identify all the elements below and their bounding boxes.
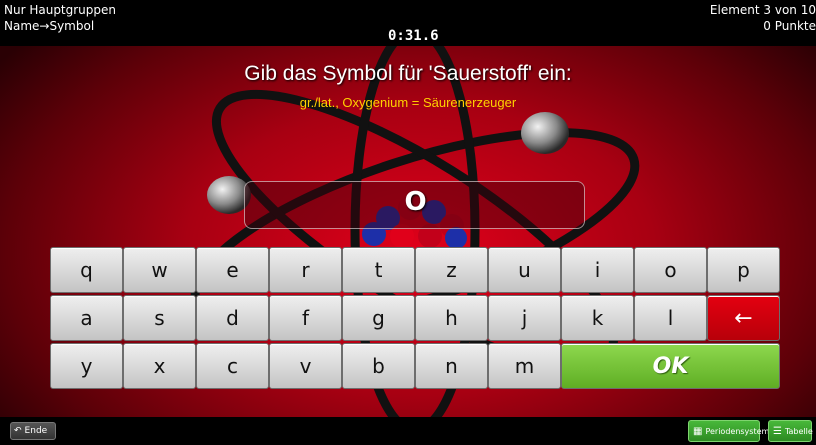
periodic-table-button[interactable]: ▦ Periodensystem <box>688 420 769 442</box>
progress-label: Element 3 von 10 <box>709 3 816 17</box>
end-button-label: Ende <box>24 426 48 436</box>
key-n[interactable]: n <box>415 343 488 389</box>
key-m[interactable]: m <box>488 343 561 389</box>
key-l[interactable]: l <box>634 295 707 341</box>
key-w[interactable]: w <box>123 247 196 293</box>
background: Nur Hauptgruppen Name→Symbol 0:31.6 Elem… <box>0 0 816 445</box>
key-a[interactable]: a <box>50 295 123 341</box>
key-q[interactable]: q <box>50 247 123 293</box>
points-label: 0 Punkte <box>763 19 816 33</box>
mode-label: Nur Hauptgruppen <box>4 3 117 17</box>
answer-value: O <box>404 187 427 217</box>
key-z[interactable]: z <box>415 247 488 293</box>
key-s[interactable]: s <box>123 295 196 341</box>
table-label: Tabelle <box>784 426 813 436</box>
key-u[interactable]: u <box>488 247 561 293</box>
key-e[interactable]: e <box>196 247 269 293</box>
undo-arrow-icon: ↶ <box>14 426 22 436</box>
key-c[interactable]: c <box>196 343 269 389</box>
key-o[interactable]: o <box>634 247 707 293</box>
table-button[interactable]: ☰ Tabelle <box>768 420 813 442</box>
on-screen-keyboard: q w e r t z u i o p a s d f g h j k l ← … <box>50 247 780 391</box>
bottom-bar: ↶ Ende ▦ Periodensystem ☰ Tabelle <box>0 417 816 445</box>
top-bar: Nur Hauptgruppen Name→Symbol 0:31.6 Elem… <box>0 0 816 46</box>
end-button[interactable]: ↶ Ende <box>10 422 56 440</box>
key-k[interactable]: k <box>561 295 634 341</box>
key-v[interactable]: v <box>269 343 342 389</box>
key-d[interactable]: d <box>196 295 269 341</box>
key-t[interactable]: t <box>342 247 415 293</box>
key-x[interactable]: x <box>123 343 196 389</box>
key-h[interactable]: h <box>415 295 488 341</box>
electron-icon <box>521 112 569 154</box>
key-y[interactable]: y <box>50 343 123 389</box>
key-i[interactable]: i <box>561 247 634 293</box>
key-p[interactable]: p <box>707 247 780 293</box>
grid-icon: ▦ <box>693 425 703 437</box>
list-icon: ☰ <box>773 425 782 437</box>
key-r[interactable]: r <box>269 247 342 293</box>
question-hint: gr./lat., Oxygenium = Säurenerzeuger <box>299 95 517 110</box>
direction-label: Name→Symbol <box>4 19 95 33</box>
backspace-key[interactable]: ← <box>707 295 780 341</box>
key-b[interactable]: b <box>342 343 415 389</box>
question-prompt: Gib das Symbol für 'Sauerstoff' ein: <box>244 62 572 85</box>
ok-button[interactable]: OK <box>561 343 780 389</box>
answer-input[interactable]: O <box>244 181 585 229</box>
key-j[interactable]: j <box>488 295 561 341</box>
key-f[interactable]: f <box>269 295 342 341</box>
key-g[interactable]: g <box>342 295 415 341</box>
backspace-arrow-icon: ← <box>734 305 753 331</box>
timer: 0:31.6 <box>388 28 439 44</box>
periodic-table-label: Periodensystem <box>705 426 770 436</box>
